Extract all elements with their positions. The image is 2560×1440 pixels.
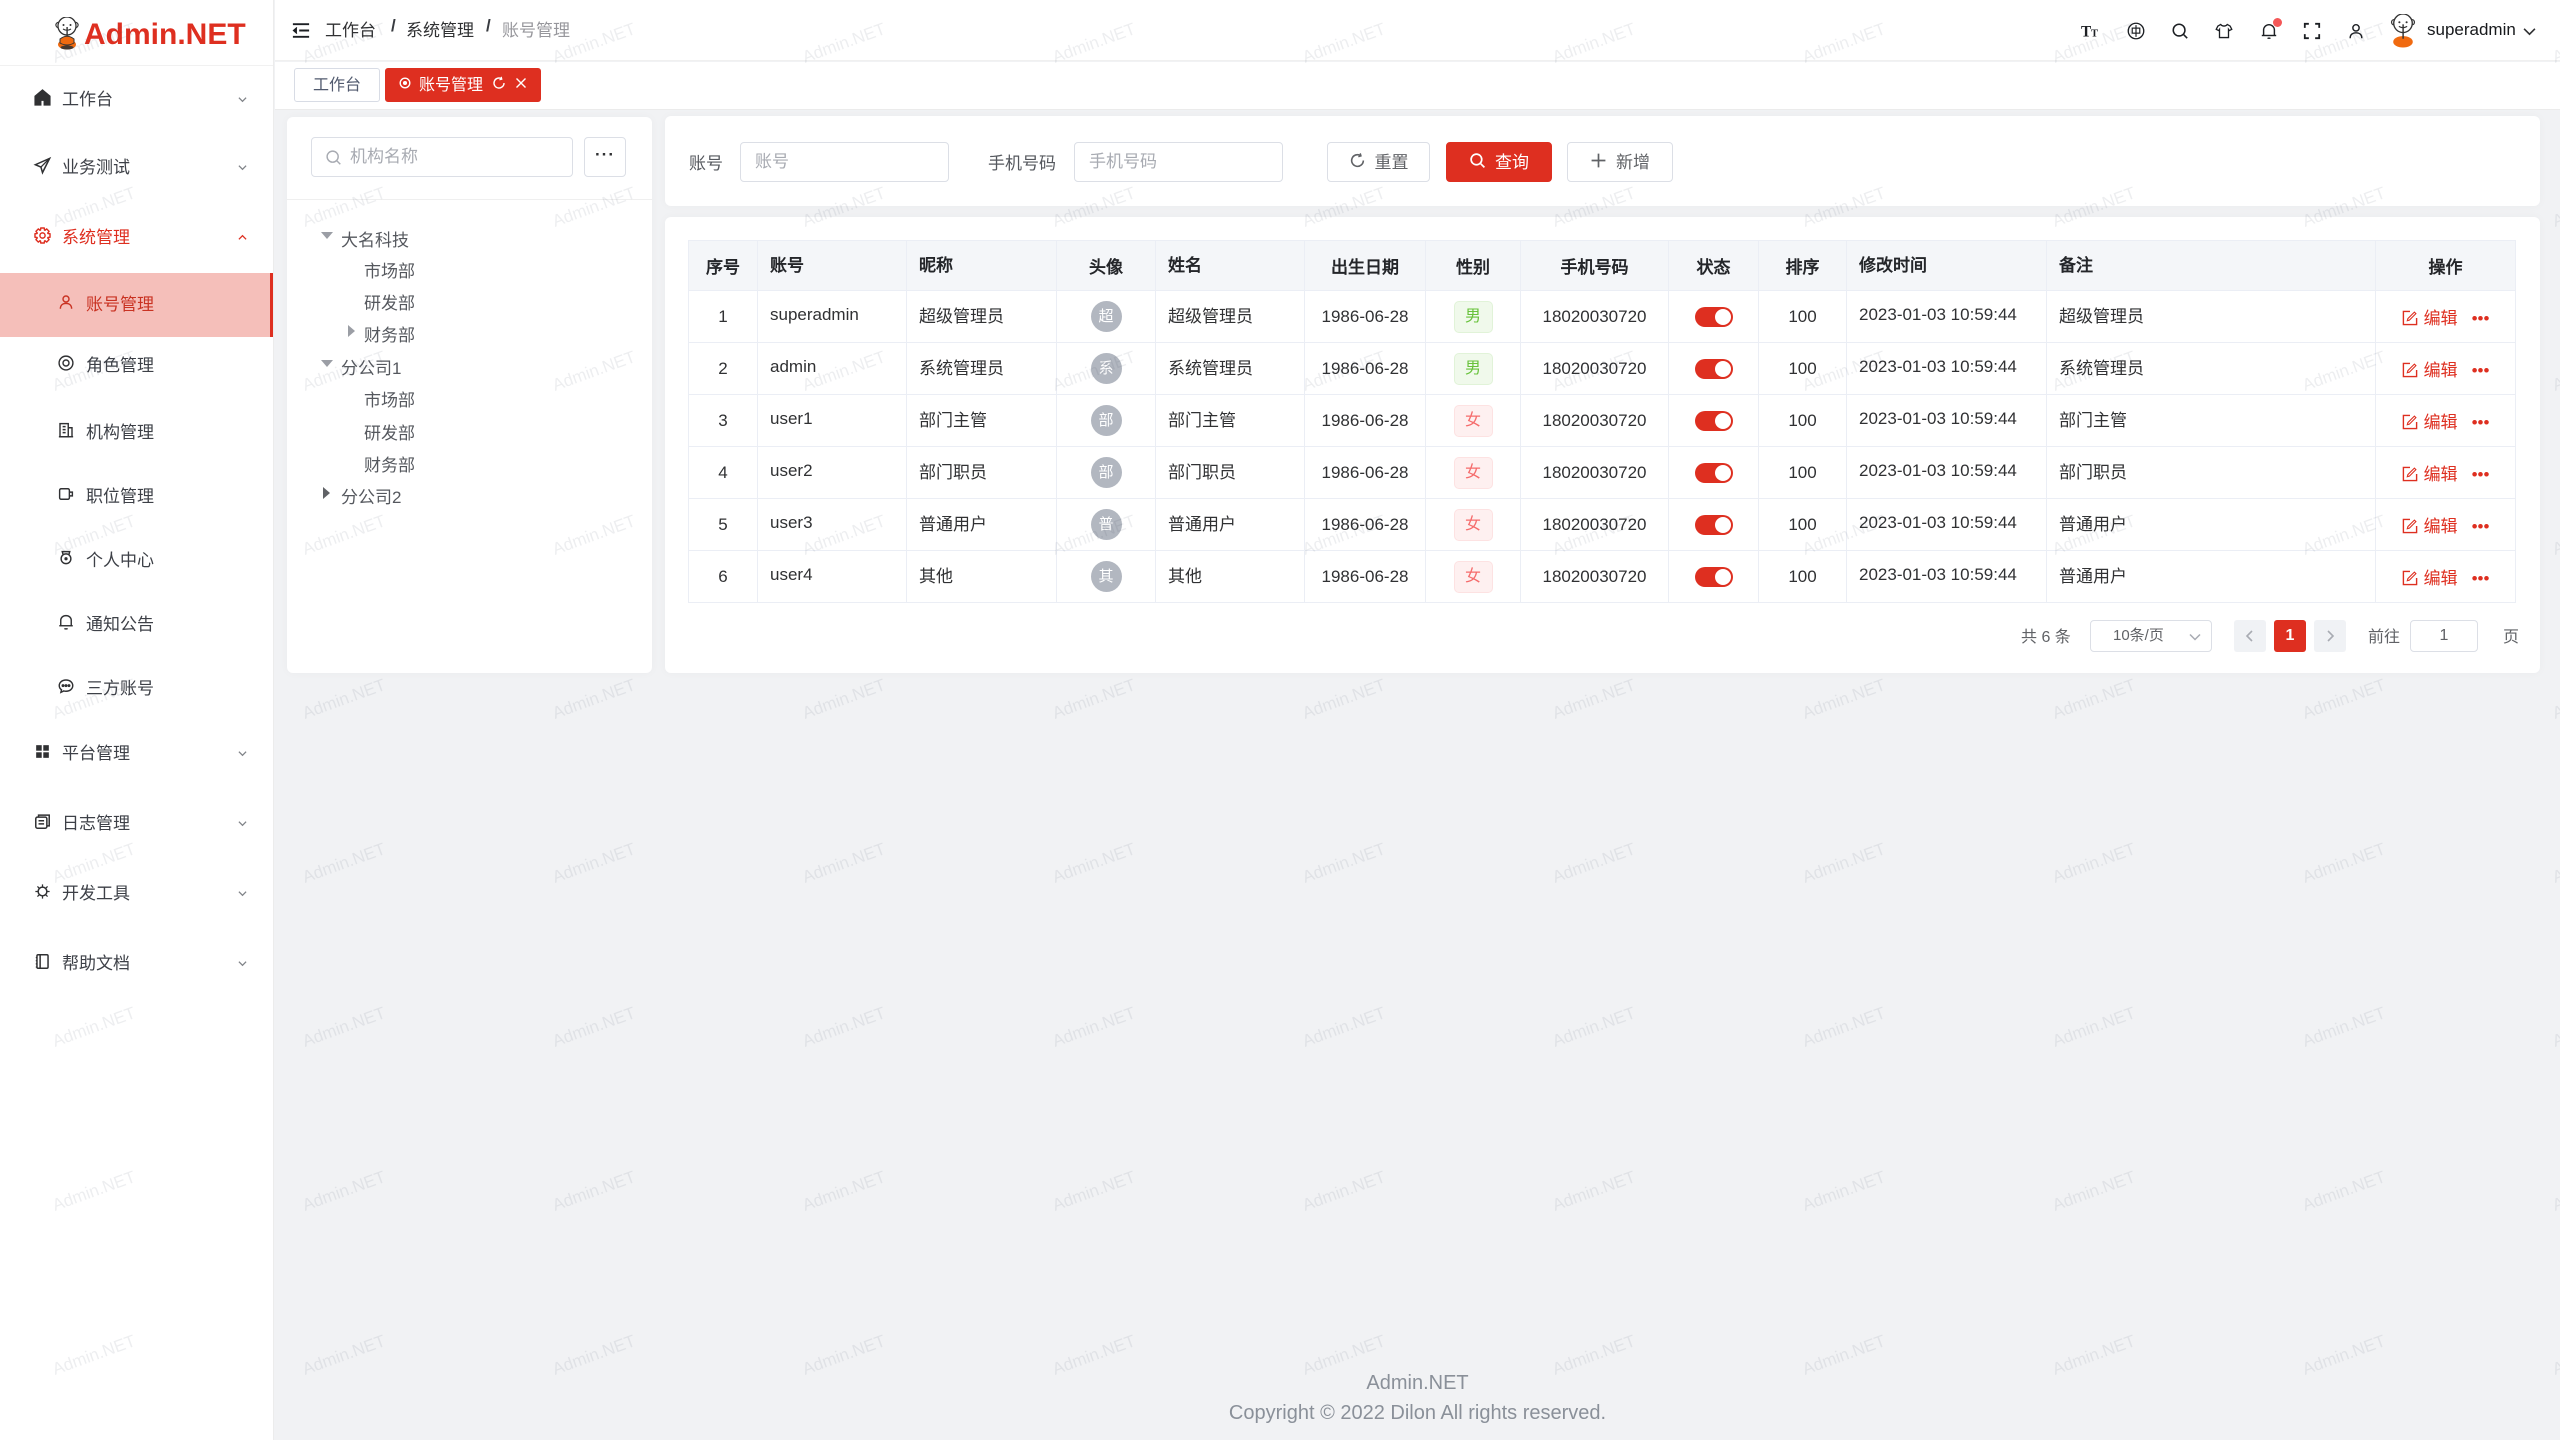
svg-text:T: T — [2091, 27, 2099, 39]
svg-text:T: T — [2081, 23, 2091, 40]
